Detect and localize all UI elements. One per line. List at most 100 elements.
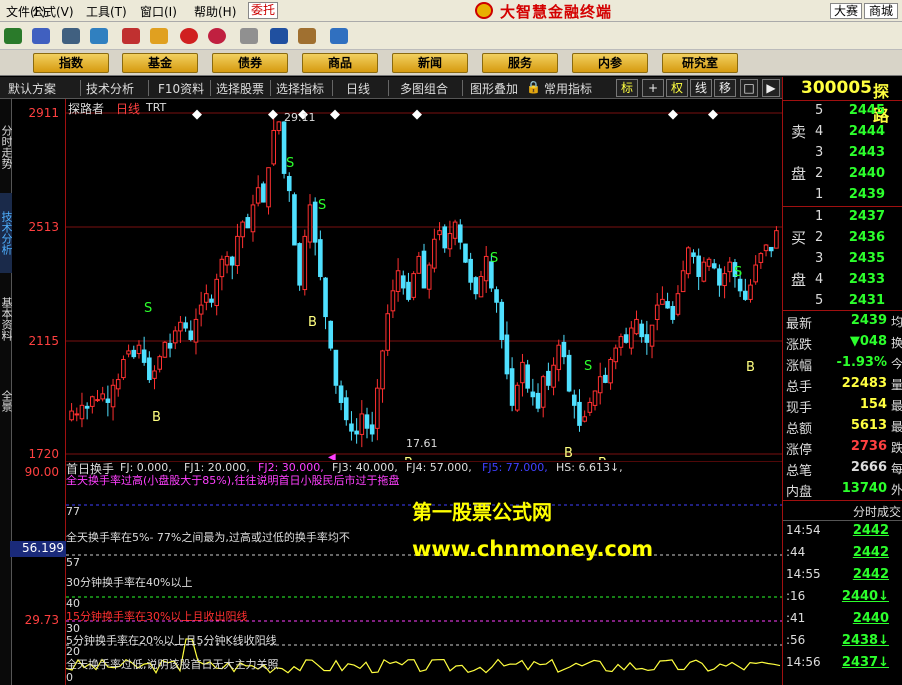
candle-body (193, 318, 199, 343)
candle-body (359, 413, 365, 435)
vtab-technical[interactable]: 技术分析 (0, 193, 13, 273)
play-icon[interactable]: ▶ (762, 79, 780, 97)
menu-bar: 文件(F) 公式(V) 工具(T) 窗口(I) 帮助(H) 委托 大智慧金融终端… (0, 0, 902, 22)
level-77: 77 (66, 505, 80, 518)
help-icon[interactable] (330, 28, 348, 44)
candle-body (670, 305, 676, 320)
stat-row: 总笔 2666 每 (783, 460, 902, 481)
candle-body (426, 264, 432, 290)
stat-value: 154 (859, 397, 887, 412)
indicator-panel[interactable]: 首日换手 FJ: 0.000, FJ1: 20.000, FJ2: 30.000… (66, 461, 782, 685)
candle-body (354, 430, 359, 435)
target-icon[interactable] (208, 28, 226, 44)
crosshair-button[interactable]: + (642, 79, 664, 97)
move-button[interactable]: 移 (714, 79, 736, 97)
nav-fund-button[interactable]: 基金 (122, 53, 198, 73)
chart-view-icon[interactable] (4, 28, 22, 44)
sell-row: 3 2443 (783, 145, 902, 166)
books-icon[interactable] (298, 28, 316, 44)
window-mode-icon[interactable]: □ (740, 79, 758, 97)
stat-row: 最新 2439 均 (783, 313, 902, 334)
period-label: 日线 (116, 102, 141, 116)
tab-select-stock[interactable]: 选择股票 (216, 80, 264, 97)
note-low-turnover: 全天换手率过低,说明该股首日无大主力关照 (66, 658, 279, 671)
candle-body (69, 410, 74, 421)
tab-common-indicators[interactable]: 常用指标 (544, 80, 592, 97)
nav-index-button[interactable]: 指数 (33, 53, 109, 73)
level-0: 0 (66, 671, 73, 684)
window-icon[interactable] (270, 28, 288, 44)
candle-body (105, 398, 111, 403)
tab-multi-chart[interactable]: 多图组合 (400, 80, 448, 97)
candle-body (587, 401, 593, 413)
tab-technical[interactable]: 技术分析 (86, 80, 134, 97)
vtab-timeshare[interactable]: 分时走势 (0, 107, 13, 187)
nav-commodity-button[interactable]: 商品 (302, 53, 378, 73)
indicator-param-hs: HS: 6.613↓, (556, 461, 623, 474)
vtab-panorama[interactable]: 全景 (0, 371, 13, 431)
grid-icon[interactable] (32, 28, 50, 44)
nav-service-button[interactable]: 服务 (482, 53, 558, 73)
nav-research-button[interactable]: 研究室 (662, 53, 738, 73)
stat-value: -1.93% (836, 355, 888, 370)
candle-body (276, 121, 282, 132)
low-price-label: 17.61 (406, 437, 438, 450)
candle-body (390, 290, 396, 312)
candle-body (639, 323, 644, 338)
mark-button[interactable]: 标 (616, 79, 638, 97)
tab-default-scheme[interactable]: 默认方案 (8, 80, 56, 97)
stat-row: 内盘 13740 外 (783, 481, 902, 502)
lock-icon[interactable]: 🔒 (526, 80, 541, 94)
sell-price: 2444 (848, 124, 885, 139)
nav-news-button[interactable]: 新闻 (392, 53, 468, 73)
nav-insider-button[interactable]: 内参 (572, 53, 648, 73)
candle-body (286, 176, 292, 192)
line-button[interactable]: 线 (690, 79, 712, 97)
tick-time: 14:54 (786, 523, 821, 537)
mall-button[interactable]: 商城 (864, 3, 898, 19)
ticks-title: 分时成交 (852, 505, 901, 519)
menu-window[interactable]: 窗口(I) (140, 3, 177, 20)
menu-help[interactable]: 帮助(H) (194, 3, 236, 20)
menu-formula[interactable]: 公式(V) (32, 3, 74, 20)
candle-body (229, 256, 235, 266)
tab-select-indicator[interactable]: 选择指标 (276, 80, 324, 97)
price-tick: 2513 (28, 220, 59, 234)
binoculars-icon[interactable] (62, 28, 80, 44)
tick-row: :44 2442 (783, 545, 902, 566)
indicator-name: TRT (146, 101, 167, 114)
tab-f10[interactable]: F10资料 (158, 80, 204, 97)
candle-body (224, 255, 230, 266)
candle-body (178, 321, 183, 332)
tick-price: 2442 (852, 523, 889, 538)
candle-body (447, 233, 453, 250)
rights-button[interactable]: 权 (666, 79, 688, 97)
sell-signal: S (584, 359, 592, 374)
diamond-icon[interactable] (150, 28, 168, 44)
menu-tools[interactable]: 工具(T) (86, 3, 127, 20)
contest-button[interactable]: 大赛 (830, 3, 862, 19)
tab-overlay[interactable]: 图形叠加 (470, 80, 518, 97)
tick-list: 14:54 2442:44 2442 14:55 2442:16 2440↓:41 2440… (783, 521, 902, 685)
print-icon[interactable] (240, 28, 258, 44)
nav-bond-button[interactable]: 债券 (212, 53, 288, 73)
candle-body (318, 239, 323, 277)
indicator-param-fj5: FJ5: 77.000, (482, 461, 548, 474)
candle-body (369, 424, 375, 435)
sell-row: 4 2444 (783, 124, 902, 145)
record-icon[interactable] (180, 28, 198, 44)
vtab-fundamental[interactable]: 基本资料 (0, 279, 13, 359)
marker-diamond: ◆ (708, 107, 718, 122)
stat-side-label: 换 (890, 336, 902, 350)
candle-body (628, 327, 634, 349)
trade-icon[interactable] (90, 28, 108, 44)
candle-body (266, 167, 271, 208)
alert-icon[interactable] (122, 28, 140, 44)
sell-signal: S (286, 156, 294, 171)
note-15min: 15分钟换手率在30%以上且收出阳线 (66, 610, 248, 623)
tab-daily[interactable]: 日线 (346, 80, 370, 97)
candle-body (561, 341, 567, 358)
kline-chart[interactable]: SSSSSSBBBBBB◆◆◆◆◆◆◆◀ 探路者 日线 TRT 29.11 17… (66, 99, 782, 460)
candle-body (442, 226, 448, 249)
entrust-button[interactable]: 委托 (248, 2, 278, 19)
